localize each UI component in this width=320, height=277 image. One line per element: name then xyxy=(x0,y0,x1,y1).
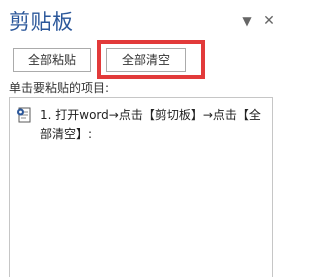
clipboard-item-text: 1. 打开word→点击【剪切板】→点击【全部清空】: xyxy=(40,108,261,141)
paste-hint-label: 单击要粘贴的项目: xyxy=(9,81,110,95)
word-document-icon xyxy=(16,107,34,123)
clipboard-items-list[interactable]: 1. 打开word→点击【剪切板】→点击【全部清空】: xyxy=(9,97,273,277)
paste-all-button[interactable]: 全部粘贴 xyxy=(13,48,91,72)
pane-options-dropdown-icon[interactable]: ▼ xyxy=(238,12,256,30)
pane-header-controls: ▼ ✕ xyxy=(224,12,284,32)
close-icon[interactable]: ✕ xyxy=(260,12,278,30)
clear-all-button[interactable]: 全部清空 xyxy=(106,48,186,72)
clipboard-item[interactable]: 1. 打开word→点击【剪切板】→点击【全部清空】: xyxy=(16,106,266,146)
pane-title: 剪贴板 xyxy=(9,10,74,34)
clipboard-pane: 剪贴板 ▼ ✕ 全部粘贴 全部清空 单击要粘贴的项目: 1. 打开word→点击… xyxy=(0,0,284,277)
